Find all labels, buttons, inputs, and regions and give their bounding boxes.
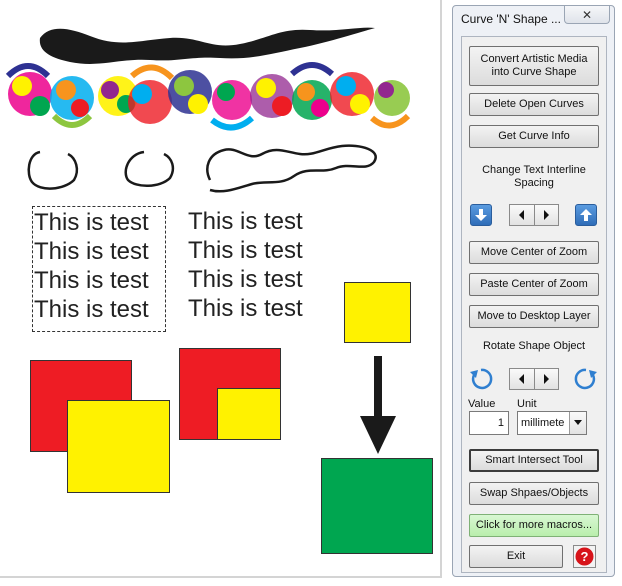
help-icon: ? [575,547,594,566]
spacing-stepper [509,204,559,226]
change-text-spacing-label: Change Text Interline Spacing [482,164,586,189]
decrease-spacing-button[interactable] [470,204,492,226]
sample-text[interactable]: This is test [34,295,149,324]
step-left-button[interactable] [510,369,535,389]
docker-content: Convert Artistic Media into Curve Shape … [461,36,607,573]
sample-text[interactable]: This is test [188,236,303,265]
smart-intersect-button[interactable]: Smart Intersect Tool [469,449,599,472]
swirl-pattern[interactable] [0,46,412,138]
sample-text[interactable]: This is test [34,266,149,295]
chevron-left-icon [518,210,524,220]
chevron-right-icon [544,374,550,384]
sample-text[interactable]: This is test [188,207,303,236]
exit-button[interactable]: Exit [469,545,563,568]
chevron-down-icon [574,420,582,425]
close-button[interactable]: ✕ [564,6,610,24]
canvas-border [0,576,442,578]
move-desktop-layer-button[interactable]: Move to Desktop Layer [469,305,599,328]
yellow-square[interactable] [217,388,281,440]
macro-docker: Curve 'N' Shape ... ✕ Convert Artistic M… [452,5,615,577]
step-left-button[interactable] [510,205,535,225]
svg-text:?: ? [581,549,589,564]
unit-select[interactable]: millimete [517,411,587,435]
rotate-left-icon[interactable] [468,366,494,392]
sample-text[interactable]: This is test [188,294,303,323]
paste-center-zoom-button[interactable]: Paste Center of Zoom [469,273,599,296]
rotate-shape-label: Rotate Shape Object [482,340,586,352]
yellow-square[interactable] [67,400,170,493]
step-right-button[interactable] [535,369,559,389]
move-center-zoom-button[interactable]: Move Center of Zoom [469,241,599,264]
chevron-right-icon [544,210,550,220]
sample-text[interactable]: This is test [188,265,303,294]
unit-label: Unit [517,398,537,410]
green-rectangle[interactable] [321,458,433,554]
rotate-right-icon[interactable] [573,366,599,392]
step-right-button[interactable] [535,205,559,225]
swap-shapes-button[interactable]: Swap Shpaes/Objects [469,482,599,505]
rotate-stepper [509,368,559,390]
convert-artistic-media-button[interactable]: Convert Artistic Media into Curve Shape [469,46,599,86]
docker-title: Curve 'N' Shape ... [461,12,561,26]
yellow-square[interactable] [344,282,411,343]
more-macros-button[interactable]: Click for more macros... [469,514,599,537]
chevron-left-icon [518,374,524,384]
value-input[interactable]: 1 [469,411,509,435]
increase-spacing-button[interactable] [575,204,597,226]
open-curves[interactable] [24,140,384,200]
sample-text[interactable]: This is test [34,237,149,266]
drawing-canvas[interactable]: This is test This is test This is test T… [0,0,443,586]
arrow-up-icon [580,209,592,221]
dropdown-button[interactable] [569,412,586,434]
canvas-border [440,0,442,578]
unit-text: millimete [521,417,565,429]
close-icon: ✕ [581,7,593,22]
help-button[interactable]: ? [573,545,596,568]
down-arrow-icon [360,356,396,454]
arrow-down-icon [475,209,487,221]
delete-open-curves-button[interactable]: Delete Open Curves [469,93,599,116]
value-label: Value [468,398,496,410]
value-text: 1 [497,417,504,429]
get-curve-info-button[interactable]: Get Curve Info [469,125,599,148]
sample-text[interactable]: This is test [34,208,149,237]
